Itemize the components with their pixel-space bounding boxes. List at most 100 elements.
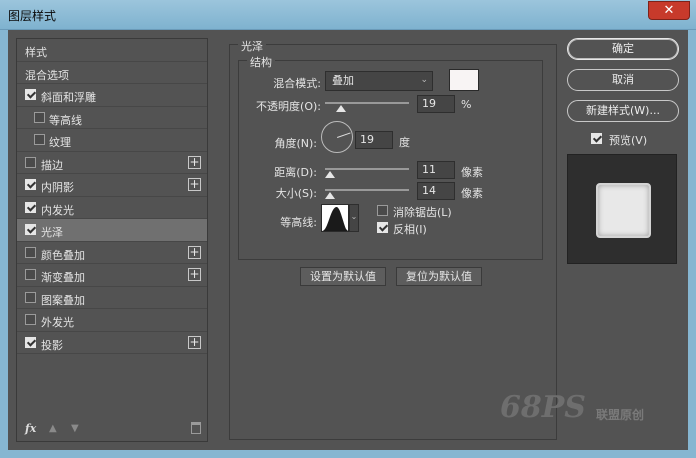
angle-dial[interactable] xyxy=(321,121,353,153)
blending-options-item[interactable]: 混合选项 xyxy=(17,62,207,84)
anti-aliased-checkbox[interactable] xyxy=(377,205,388,216)
add-drop-shadow-icon[interactable]: + xyxy=(188,335,201,349)
invert-checkbox[interactable] xyxy=(377,222,388,233)
styles-header[interactable]: 样式 xyxy=(17,39,207,62)
outer-glow-checkbox[interactable] xyxy=(25,314,36,325)
color-overlay-checkbox[interactable] xyxy=(25,246,36,258)
preview-thumbnail xyxy=(596,183,651,238)
structure-title: 结构 xyxy=(247,54,275,70)
bevel-emboss-label: 斜面和浮雕 xyxy=(41,91,96,104)
inner-glow-label: 内发光 xyxy=(41,203,74,217)
blend-mode-value: 叠加 xyxy=(332,74,354,87)
move-up-icon[interactable]: ▲ xyxy=(49,423,57,434)
drop-shadow-item[interactable]: 投影 + xyxy=(17,332,207,354)
bevel-emboss-item[interactable]: 斜面和浮雕 xyxy=(17,84,207,107)
add-inner-shadow-icon[interactable]: + xyxy=(188,178,201,191)
satin-item[interactable]: 光泽 xyxy=(17,219,207,242)
trash-icon[interactable] xyxy=(191,422,201,434)
blending-options-label: 混合选项 xyxy=(25,68,69,82)
gradient-overlay-checkbox[interactable] xyxy=(25,269,36,280)
contour-picker[interactable] xyxy=(321,204,349,232)
opacity-slider-track[interactable] xyxy=(325,102,409,104)
styles-header-label: 样式 xyxy=(25,46,47,59)
size-label: 大小(S): xyxy=(275,187,317,200)
texture-checkbox[interactable] xyxy=(34,134,45,145)
contour-checkbox[interactable] xyxy=(34,111,45,123)
color-overlay-item[interactable]: 颜色叠加 + xyxy=(17,242,207,264)
opacity-label: 不透明度(O): xyxy=(256,100,321,113)
opacity-unit: % xyxy=(461,98,472,111)
add-color-overlay-icon[interactable]: + xyxy=(188,245,201,259)
size-slider-thumb[interactable] xyxy=(325,192,335,199)
blend-mode-select[interactable]: 叠加 ⌄ xyxy=(325,71,433,91)
outer-glow-label: 外发光 xyxy=(41,316,74,329)
window-frame-left xyxy=(0,30,8,458)
gradient-overlay-label: 渐变叠加 xyxy=(41,271,85,284)
angle-label: 角度(N): xyxy=(274,137,317,150)
inner-shadow-checkbox[interactable] xyxy=(25,179,36,190)
structure-group: 结构 混合模式: 叠加 ⌄ 不透明度(O): 19 % 角度(N): 19 度 … xyxy=(238,54,543,260)
gradient-overlay-item[interactable]: 渐变叠加 + xyxy=(17,264,207,287)
distance-slider-track[interactable] xyxy=(325,168,409,170)
add-gradient-overlay-icon[interactable]: + xyxy=(188,268,201,281)
inner-glow-item[interactable]: 内发光 xyxy=(17,197,207,219)
preview-label: 预览(V) xyxy=(609,134,648,147)
add-stroke-icon[interactable]: + xyxy=(188,155,201,169)
new-style-button[interactable]: 新建样式(W)... xyxy=(567,100,679,122)
pattern-overlay-checkbox[interactable] xyxy=(25,291,36,303)
bevel-emboss-checkbox[interactable] xyxy=(25,89,36,100)
angle-unit: 度 xyxy=(399,136,410,149)
contour-sub-item[interactable]: 等高线 xyxy=(17,107,207,129)
invert-label: 反相(I) xyxy=(393,223,427,236)
texture-label: 纹理 xyxy=(49,136,71,149)
contour-label: 等高线: xyxy=(280,216,317,229)
window-title: 图层样式 xyxy=(8,9,57,23)
angle-input[interactable]: 19 xyxy=(355,131,393,149)
styles-list-footer: fx ▲ ▼ xyxy=(17,417,207,441)
outer-glow-item[interactable]: 外发光 xyxy=(17,309,207,332)
window-frame-bottom xyxy=(0,450,696,458)
stroke-checkbox[interactable] xyxy=(25,156,36,168)
contour-curve-icon xyxy=(322,206,348,231)
distance-input[interactable]: 11 xyxy=(417,161,455,179)
stroke-label: 描边 xyxy=(41,158,63,172)
satin-checkbox[interactable] xyxy=(25,224,36,235)
inner-glow-checkbox[interactable] xyxy=(25,201,36,213)
distance-slider-thumb[interactable] xyxy=(325,171,335,178)
dialog-client: 样式 混合选项 斜面和浮雕 等高线 纹理 描边 + 内阴影 + 内发光 光泽 颜… xyxy=(8,30,688,450)
satin-color-swatch[interactable] xyxy=(449,69,479,91)
watermark-big: 68PS xyxy=(500,390,586,425)
cancel-button[interactable]: 取消 xyxy=(567,69,679,91)
chevron-down-icon: ⌄ xyxy=(420,75,428,85)
distance-label: 距离(D): xyxy=(274,166,317,179)
pattern-overlay-label: 图案叠加 xyxy=(41,293,85,307)
pattern-overlay-item[interactable]: 图案叠加 xyxy=(17,287,207,309)
ok-button[interactable]: 确定 xyxy=(567,38,679,60)
anti-aliased-label: 消除锯齿(L) xyxy=(393,206,452,219)
watermark-small: 联盟原创 xyxy=(596,408,645,422)
color-overlay-label: 颜色叠加 xyxy=(41,248,85,262)
size-unit: 像素 xyxy=(461,187,483,200)
opacity-input[interactable]: 19 xyxy=(417,95,455,113)
window-frame-right xyxy=(688,30,696,458)
reset-default-button[interactable]: 复位为默认值 xyxy=(396,267,482,286)
preview-checkbox[interactable] xyxy=(591,133,602,144)
move-down-icon[interactable]: ▼ xyxy=(71,423,79,434)
stroke-item[interactable]: 描边 + xyxy=(17,152,207,174)
texture-sub-item[interactable]: 纹理 xyxy=(17,129,207,152)
make-default-button[interactable]: 设置为默认值 xyxy=(300,267,386,286)
fx-icon[interactable]: fx xyxy=(25,422,36,435)
size-input[interactable]: 14 xyxy=(417,182,455,200)
inner-shadow-item[interactable]: 内阴影 + xyxy=(17,174,207,197)
distance-unit: 像素 xyxy=(461,166,483,179)
satin-label: 光泽 xyxy=(41,226,63,239)
inner-shadow-label: 内阴影 xyxy=(41,181,74,194)
satin-group: 光泽 结构 混合模式: 叠加 ⌄ 不透明度(O): 19 % 角度(N): 19… xyxy=(229,38,557,440)
size-slider-track[interactable] xyxy=(325,189,409,191)
contour-dropdown-icon[interactable]: ⌄ xyxy=(349,204,359,232)
title-bar: 图层样式 ✕ xyxy=(0,0,696,30)
drop-shadow-checkbox[interactable] xyxy=(25,336,36,348)
opacity-slider-thumb[interactable] xyxy=(335,105,346,112)
style-preview xyxy=(567,154,677,264)
close-button[interactable]: ✕ xyxy=(648,1,690,20)
